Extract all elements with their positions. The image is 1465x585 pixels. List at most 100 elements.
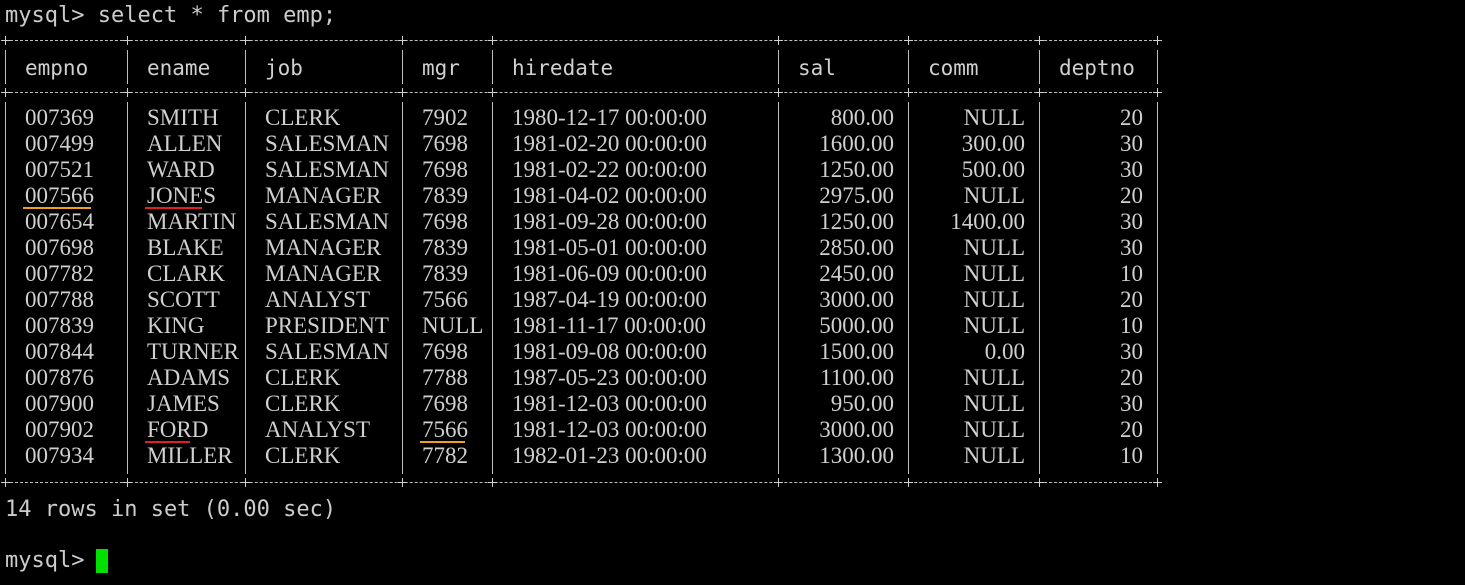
table-column-divider	[778, 102, 779, 474]
column-header-comm[interactable]: comm	[928, 55, 979, 81]
cell-deptno: 20	[1120, 287, 1143, 312]
column-header-mgr[interactable]: mgr	[422, 55, 460, 81]
cell-sal: 3000.00	[819, 417, 894, 442]
table-corner	[488, 88, 497, 97]
cell-comm: NULL	[963, 417, 1025, 442]
cell-sal: 5000.00	[819, 313, 894, 338]
cell-deptno: 30	[1120, 157, 1143, 182]
cell-sal: 2975.00	[819, 183, 894, 208]
cell-sal: 1600.00	[819, 131, 894, 156]
column-header-sal[interactable]: sal	[798, 55, 836, 81]
result-summary: 14 rows in set (0.00 sec)	[5, 497, 337, 522]
underline-annotation	[145, 207, 202, 209]
cell-comm: NULL	[963, 391, 1025, 416]
table-column-divider	[1039, 102, 1040, 474]
cell-empno: 007902	[25, 417, 94, 442]
cell-hiredate: 1980-12-17 00:00:00	[512, 105, 707, 130]
cell-empno: 007788	[25, 287, 94, 312]
column-header-hiredate[interactable]: hiredate	[512, 55, 613, 81]
underline-annotation	[145, 441, 190, 443]
table-corner	[241, 36, 250, 45]
table-corner	[1, 36, 10, 45]
table-corner	[123, 36, 132, 45]
table-border-line	[5, 482, 1162, 483]
cell-ename: MILLER	[147, 443, 233, 468]
table-corner	[1153, 88, 1162, 97]
table-column-divider	[908, 50, 909, 84]
cell-job: CLERK	[265, 365, 341, 390]
cell-mgr: 7566	[422, 287, 468, 312]
cell-comm: 0.00	[984, 339, 1025, 364]
column-header-empno[interactable]: empno	[25, 55, 88, 81]
cell-deptno: 30	[1120, 235, 1143, 260]
table-column-divider	[245, 102, 246, 474]
command-line: mysql> select * from emp;	[5, 3, 336, 29]
table-corner	[398, 88, 407, 97]
cell-sal: 1250.00	[819, 209, 894, 234]
cell-comm: NULL	[963, 313, 1025, 338]
cell-empno: 007782	[25, 261, 94, 286]
cell-hiredate: 1981-09-28 00:00:00	[512, 209, 707, 234]
cell-deptno: 30	[1120, 339, 1143, 364]
terminal-window[interactable]: mysql> select * from emp; empno ename job m…	[1, 0, 1460, 585]
cell-job: MANAGER	[265, 261, 382, 286]
cell-hiredate: 1982-01-23 00:00:00	[512, 443, 707, 468]
cell-empno: 007566	[25, 183, 94, 208]
result-table: empno ename job mgr hiredate sal comm deptno 007…	[1, 32, 1162, 492]
table-corner	[904, 478, 913, 487]
table-column-divider	[127, 102, 128, 474]
table-corner	[241, 88, 250, 97]
column-header-ename[interactable]: ename	[147, 55, 210, 81]
table-column-divider	[1157, 50, 1158, 84]
table-corner	[1153, 36, 1162, 45]
table-corner	[488, 478, 497, 487]
cell-deptno: 10	[1120, 443, 1143, 468]
cell-comm: 300.00	[961, 131, 1025, 156]
cell-sal: 2450.00	[819, 261, 894, 286]
table-border-line	[5, 40, 1162, 41]
cell-hiredate: 1981-05-01 00:00:00	[512, 235, 707, 260]
cell-empno: 007654	[25, 209, 94, 234]
cell-mgr: 7839	[422, 235, 468, 260]
table-column-divider	[1157, 102, 1158, 474]
table-column-divider	[1039, 50, 1040, 84]
cell-job: SALESMAN	[265, 339, 389, 364]
cell-deptno: 30	[1120, 391, 1143, 416]
cell-ename: TURNER	[147, 339, 239, 364]
cell-hiredate: 1981-02-22 00:00:00	[512, 157, 707, 182]
table-corner	[241, 478, 250, 487]
cell-sal: 3000.00	[819, 287, 894, 312]
cell-ename: SCOTT	[147, 287, 220, 312]
cell-hiredate: 1981-12-03 00:00:00	[512, 391, 707, 416]
cell-mgr: 7902	[422, 105, 468, 130]
cell-deptno: 10	[1120, 313, 1143, 338]
underline-annotation	[23, 207, 91, 209]
table-corner	[398, 478, 407, 487]
cell-hiredate: 1981-12-03 00:00:00	[512, 417, 707, 442]
cell-job: SALESMAN	[265, 131, 389, 156]
cell-hiredate: 1981-09-08 00:00:00	[512, 339, 707, 364]
cell-mgr: 7566	[422, 417, 468, 442]
table-border-line	[5, 92, 1162, 93]
cell-sal: 1100.00	[820, 365, 894, 390]
table-corner	[1, 88, 10, 97]
cell-empno: 007521	[25, 157, 94, 182]
table-corner	[774, 36, 783, 45]
cell-ename: WARD	[147, 157, 215, 182]
column-header-deptno[interactable]: deptno	[1059, 55, 1135, 81]
cell-empno: 007844	[25, 339, 94, 364]
cell-job: CLERK	[265, 105, 341, 130]
cell-job: MANAGER	[265, 183, 382, 208]
table-corner	[398, 36, 407, 45]
table-column-divider	[908, 102, 909, 474]
cell-mgr: 7782	[422, 443, 468, 468]
column-header-job[interactable]: job	[265, 55, 303, 81]
cell-ename: MARTIN	[147, 209, 237, 234]
cell-sal: 1250.00	[819, 157, 894, 182]
cell-deptno: 20	[1120, 417, 1143, 442]
cell-job: CLERK	[265, 391, 341, 416]
text-cursor[interactable]	[96, 549, 108, 573]
cell-empno: 007499	[25, 131, 94, 156]
cell-mgr: 7698	[422, 391, 468, 416]
table-corner	[904, 88, 913, 97]
